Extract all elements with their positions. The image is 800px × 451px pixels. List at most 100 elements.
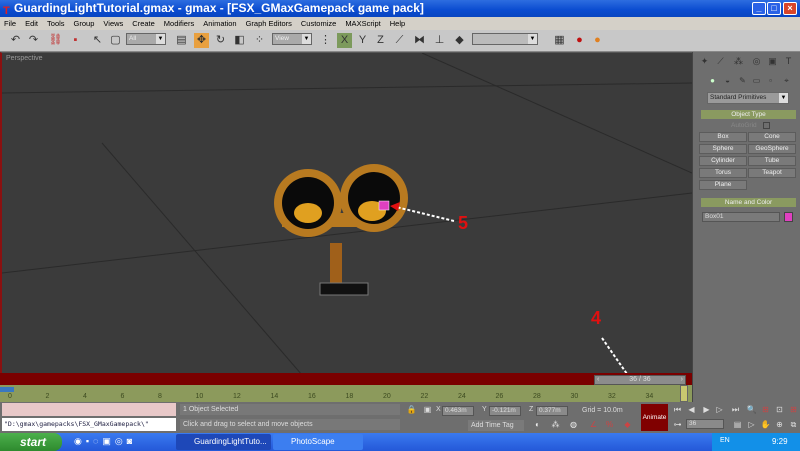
teapot-button[interactable]: Teapot [748, 168, 796, 178]
time-config-icon[interactable]: ▤ [730, 417, 745, 432]
snap-toggle-icon[interactable]: ⁂ [548, 417, 563, 432]
x-coordinate-field[interactable]: 0.463m [442, 406, 474, 416]
z-coordinate-field[interactable]: 0.377m [536, 406, 568, 416]
spinner-snap-icon[interactable]: ◆ [620, 417, 635, 432]
menu-tools[interactable]: Tools [47, 17, 65, 30]
angle-snap-icon[interactable]: ∠ [586, 417, 601, 432]
pan-icon[interactable]: ✋ [758, 417, 773, 432]
quick-render-icon[interactable]: ● [590, 33, 605, 48]
taskbar-item-gmax[interactable]: GuardingLightTuto... [176, 434, 271, 450]
menu-file[interactable]: File [4, 17, 16, 30]
menu-views[interactable]: Views [103, 17, 123, 30]
go-to-end-icon[interactable]: ⏭ [728, 402, 743, 417]
maximize-viewport-icon[interactable]: ⧉ [786, 417, 800, 432]
hierarchy-tab-icon[interactable]: ⁂ [731, 54, 746, 69]
link-icon[interactable]: ⛓ [48, 33, 63, 48]
track-bar[interactable]: 0 2 4 6 8 10 12 14 16 18 20 22 24 26 28 30 32 34 [0, 385, 692, 402]
field-of-view-icon[interactable]: ▷ [744, 417, 759, 432]
y-coordinate-field[interactable]: -0.121m [489, 406, 521, 416]
move-icon[interactable]: ✥ [194, 33, 209, 48]
redo-icon[interactable]: ↷ [26, 33, 41, 48]
menu-customize[interactable]: Customize [301, 17, 336, 30]
select-by-name-icon[interactable]: ▤ [174, 33, 189, 48]
time-slider[interactable]: ‹ 36 / 36 › [594, 375, 686, 385]
menu-animation[interactable]: Animation [203, 17, 236, 30]
object-name-field[interactable]: Box01 [702, 212, 780, 222]
z-axis-icon[interactable]: Z [373, 33, 388, 48]
add-time-tag-button[interactable]: Add Time Tag [468, 420, 524, 431]
close-button[interactable]: × [783, 2, 797, 15]
maxscript-input[interactable]: "D:\gmax\gamepacks\FSX_GMaxGamepack\" [2, 418, 176, 431]
material-editor-icon[interactable]: ▦ [552, 33, 567, 48]
undo-icon[interactable]: ↶ [8, 33, 23, 48]
box-button[interactable]: Box [699, 132, 747, 142]
next-frame-icon[interactable]: ▷ [712, 402, 727, 417]
cone-button[interactable]: Cone [748, 132, 796, 142]
pivot-icon[interactable]: ⁘ [252, 33, 267, 48]
unlink-icon[interactable]: ▪ [68, 33, 83, 48]
chevron-right-icon[interactable]: › [681, 376, 683, 384]
sphere-button[interactable]: Sphere [699, 144, 747, 154]
geosphere-button[interactable]: GeoSphere [748, 144, 796, 154]
minimize-button[interactable]: _ [752, 2, 766, 15]
menu-modifiers[interactable]: Modifiers [164, 17, 194, 30]
percent-snap-icon[interactable]: % [602, 417, 617, 432]
menu-help[interactable]: Help [390, 17, 405, 30]
snap-icon[interactable]: ⋮ [318, 33, 333, 48]
x-axis-icon[interactable]: X [337, 33, 352, 48]
selection-filter-dropdown[interactable]: All ▼ [126, 33, 166, 45]
xy-plane-icon[interactable]: ⟋ [392, 33, 407, 48]
cameras-icon[interactable]: ▭ [749, 73, 764, 88]
object-type-rollout[interactable]: Object Type [701, 110, 796, 119]
current-frame-marker[interactable] [680, 385, 688, 402]
maximize-button[interactable]: □ [767, 2, 781, 15]
window-crossing-icon[interactable]: ◐ [530, 417, 545, 432]
tube-button[interactable]: Tube [748, 156, 796, 166]
chevron-left-icon[interactable]: ‹ [597, 376, 599, 384]
scale-icon[interactable]: ◧ [232, 33, 247, 48]
motion-tab-icon[interactable]: ◎ [749, 54, 764, 69]
create-tab-icon[interactable]: ✦ [697, 54, 712, 69]
plane-button[interactable]: Plane [699, 180, 747, 190]
maxscript-listener-output[interactable] [2, 403, 176, 416]
taskbar-item-photoscape[interactable]: PhotoScape [273, 434, 363, 450]
absolute-mode-icon[interactable]: ▣ [420, 402, 435, 417]
menu-maxscript[interactable]: MAXScript [345, 17, 380, 30]
category-dropdown[interactable]: Standard Primitives ▼ [707, 92, 789, 104]
systems-icon[interactable]: ⌖ [779, 73, 794, 88]
mirror-icon[interactable]: ⧓ [412, 33, 427, 48]
lock-selection-icon[interactable]: 🔒 [404, 402, 419, 417]
degradation-icon[interactable]: ◍ [566, 417, 581, 432]
select-arrow-icon[interactable]: ↖ [90, 33, 105, 48]
rotate-icon[interactable]: ↻ [213, 33, 228, 48]
name-and-color-rollout[interactable]: Name and Color [701, 198, 796, 207]
start-button[interactable]: start [0, 433, 62, 451]
track-bar-key[interactable] [0, 387, 14, 392]
previous-frame-icon[interactable]: ◀ [684, 402, 699, 417]
zoom-extents-icon[interactable]: ⊡ [772, 402, 787, 417]
zoom-icon[interactable]: 🔍 [744, 402, 759, 417]
quick-launch-icons[interactable]: ◉▪◌▣◎◙ [74, 436, 136, 447]
animate-button[interactable]: Animate [641, 404, 668, 431]
torus-button[interactable]: Torus [699, 168, 747, 178]
menu-edit[interactable]: Edit [25, 17, 38, 30]
helpers-icon[interactable]: ▫ [763, 73, 778, 88]
utilities-tab-icon[interactable]: T [781, 54, 796, 69]
align-icon[interactable]: ⊥ [432, 33, 447, 48]
render-icon[interactable]: ● [572, 33, 587, 48]
menu-group[interactable]: Group [74, 17, 95, 30]
cylinder-button[interactable]: Cylinder [699, 156, 747, 166]
zoom-extents-all-icon[interactable]: ⊞ [786, 402, 800, 417]
go-to-start-icon[interactable]: ⏮ [670, 402, 685, 417]
guarding-light-model[interactable] [274, 164, 408, 296]
geometry-icon[interactable]: ● [705, 73, 720, 88]
autogrid-checkbox[interactable] [763, 122, 770, 129]
perspective-viewport[interactable]: Perspective 5 4 3 [0, 52, 747, 375]
key-mode-icon[interactable]: ⊶ [670, 417, 685, 432]
modify-tab-icon[interactable]: ⟋ [713, 54, 728, 69]
reference-coordinate-dropdown[interactable]: View ▼ [272, 33, 312, 45]
language-indicator[interactable]: EN [720, 437, 730, 444]
current-frame-field[interactable]: 36 [686, 419, 724, 429]
menu-create[interactable]: Create [132, 17, 155, 30]
display-tab-icon[interactable]: ▣ [765, 54, 780, 69]
